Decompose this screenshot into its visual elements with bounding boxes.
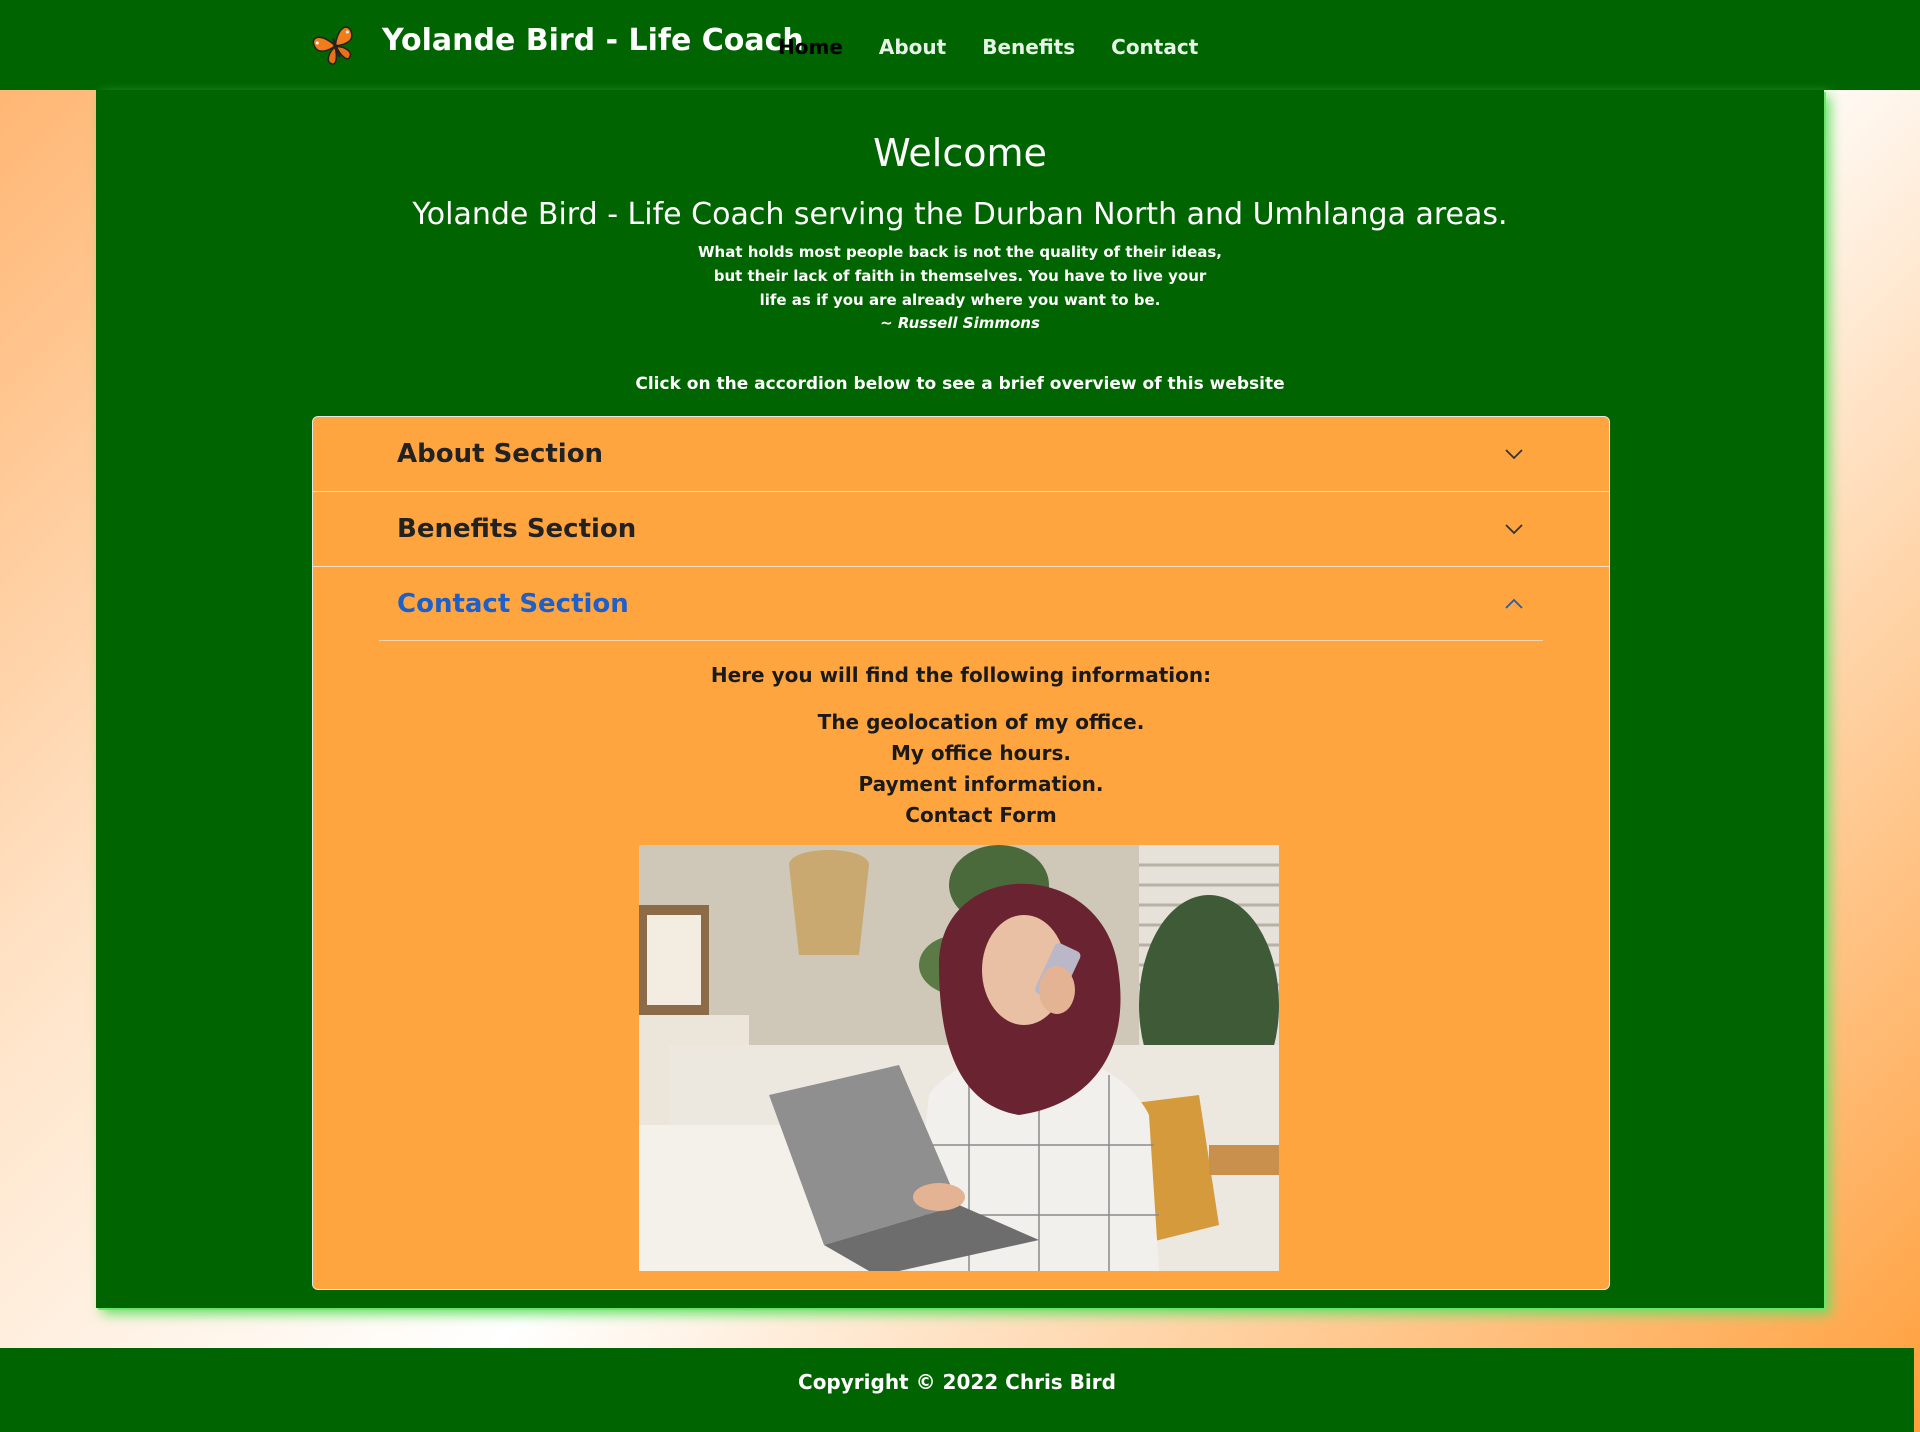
nav-home[interactable]: Home (778, 30, 843, 64)
woman-on-phone-with-laptop-photo (639, 845, 1279, 1271)
accordion-header-about[interactable]: About Section (313, 417, 1609, 492)
list-item: Contact Form (905, 803, 1057, 827)
chevron-down-icon (1505, 524, 1523, 535)
accordion-title: About Section (397, 439, 604, 469)
accordion-body-intro: Here you will find the following informa… (710, 663, 1212, 687)
quote-line: but their lack of faith in themselves. Y… (713, 267, 1207, 285)
info-list: The geolocation of my office. My office … (333, 707, 1629, 831)
quote-line: What holds most people back is not the q… (698, 243, 1222, 261)
quote-author: ~ Russell Simmons (880, 314, 1040, 332)
chevron-up-icon (1505, 598, 1523, 609)
nav-menu: Home About Benefits Contact (778, 30, 1234, 64)
butterfly-icon[interactable] (310, 20, 360, 70)
nav-contact[interactable]: Contact (1111, 30, 1198, 64)
accordion-title: Benefits Section (397, 514, 637, 544)
accordion-instruction: Click on the accordion below to see a br… (635, 374, 1285, 394)
navbar: Yolande Bird - Life Coach Home About Ben… (0, 0, 1920, 90)
accordion-header-benefits[interactable]: Benefits Section (313, 492, 1609, 567)
welcome-heading: Welcome (873, 131, 1047, 175)
chevron-down-icon (1505, 449, 1523, 460)
quote: What holds most people back is not the q… (560, 240, 1360, 312)
list-item: The geolocation of my office. (817, 710, 1145, 734)
hero-subtitle: Yolande Bird - Life Coach serving the Du… (412, 197, 1508, 232)
copyright-text: Copyright © 2022 Chris Bird (798, 1370, 1116, 1394)
accordion-divider (379, 640, 1543, 641)
nav-about[interactable]: About (879, 30, 946, 64)
list-item: Payment information. (858, 772, 1104, 796)
accordion: About Section Benefits Section Contact S… (312, 416, 1610, 1290)
footer: Copyright © 2022 Chris Bird (0, 1348, 1914, 1432)
nav-benefits[interactable]: Benefits (982, 30, 1075, 64)
accordion-header-contact[interactable]: Contact Section (313, 567, 1609, 641)
accordion-title: Contact Section (397, 589, 629, 619)
quote-line: life as if you are already where you wan… (759, 291, 1161, 309)
brand-title[interactable]: Yolande Bird - Life Coach (382, 20, 804, 62)
list-item: My office hours. (891, 741, 1071, 765)
